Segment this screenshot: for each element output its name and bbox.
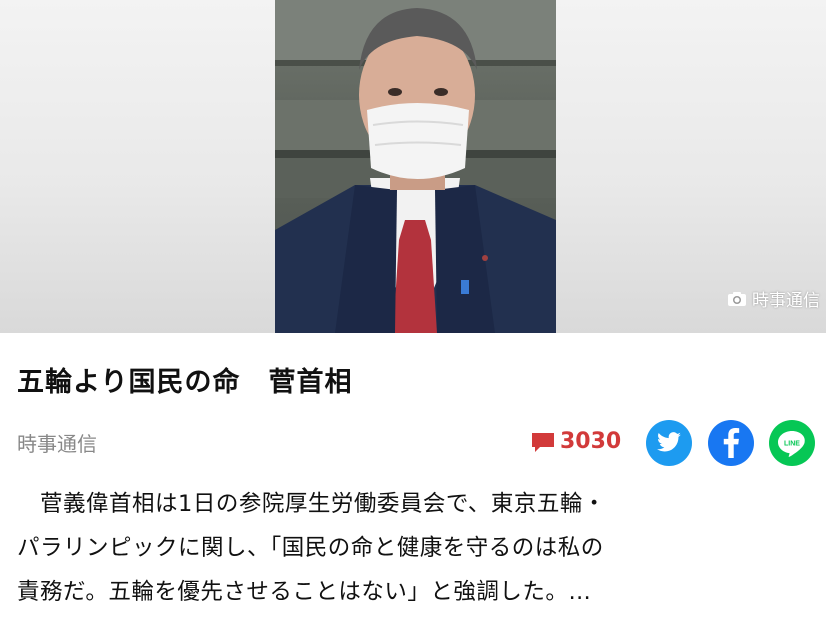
- share-line-button[interactable]: LINE: [769, 420, 815, 466]
- photo-credit-label: 時事通信: [752, 291, 820, 311]
- comment-count-button[interactable]: 3030: [530, 429, 621, 454]
- article-source[interactable]: 時事通信: [17, 428, 97, 457]
- comment-count: 3030: [560, 429, 622, 454]
- article-meta: 時事通信 3030 LINE: [17, 420, 817, 468]
- article-body-line: 菅義偉首相は1日の参院厚生労働委員会で、東京五輪・: [17, 491, 606, 517]
- line-icon: LINE: [778, 431, 805, 457]
- camera-icon: [728, 291, 746, 306]
- line-icon-label: LINE: [784, 441, 800, 448]
- article-hero: 時事通信: [0, 0, 826, 333]
- article-headline: 五輪より国民の命 菅首相: [17, 367, 353, 398]
- article-photo[interactable]: [275, 0, 556, 333]
- article-body[interactable]: 菅義偉首相は1日の参院厚生労働委員会で、東京五輪・ パラリンピックに関し、「国民…: [17, 482, 817, 614]
- photo-credit: 時事通信: [727, 286, 820, 311]
- share-twitter-button[interactable]: [646, 420, 692, 466]
- comment-icon: [532, 432, 554, 452]
- twitter-icon: [657, 432, 681, 452]
- share-facebook-button[interactable]: [708, 420, 754, 466]
- article-body-line: 責務だ。五輪を優先させることはない」と強調した。…: [17, 579, 592, 605]
- facebook-icon: [723, 428, 740, 458]
- article-body-line: パラリンピックに関し、「国民の命と健康を守るのは私の: [17, 535, 604, 561]
